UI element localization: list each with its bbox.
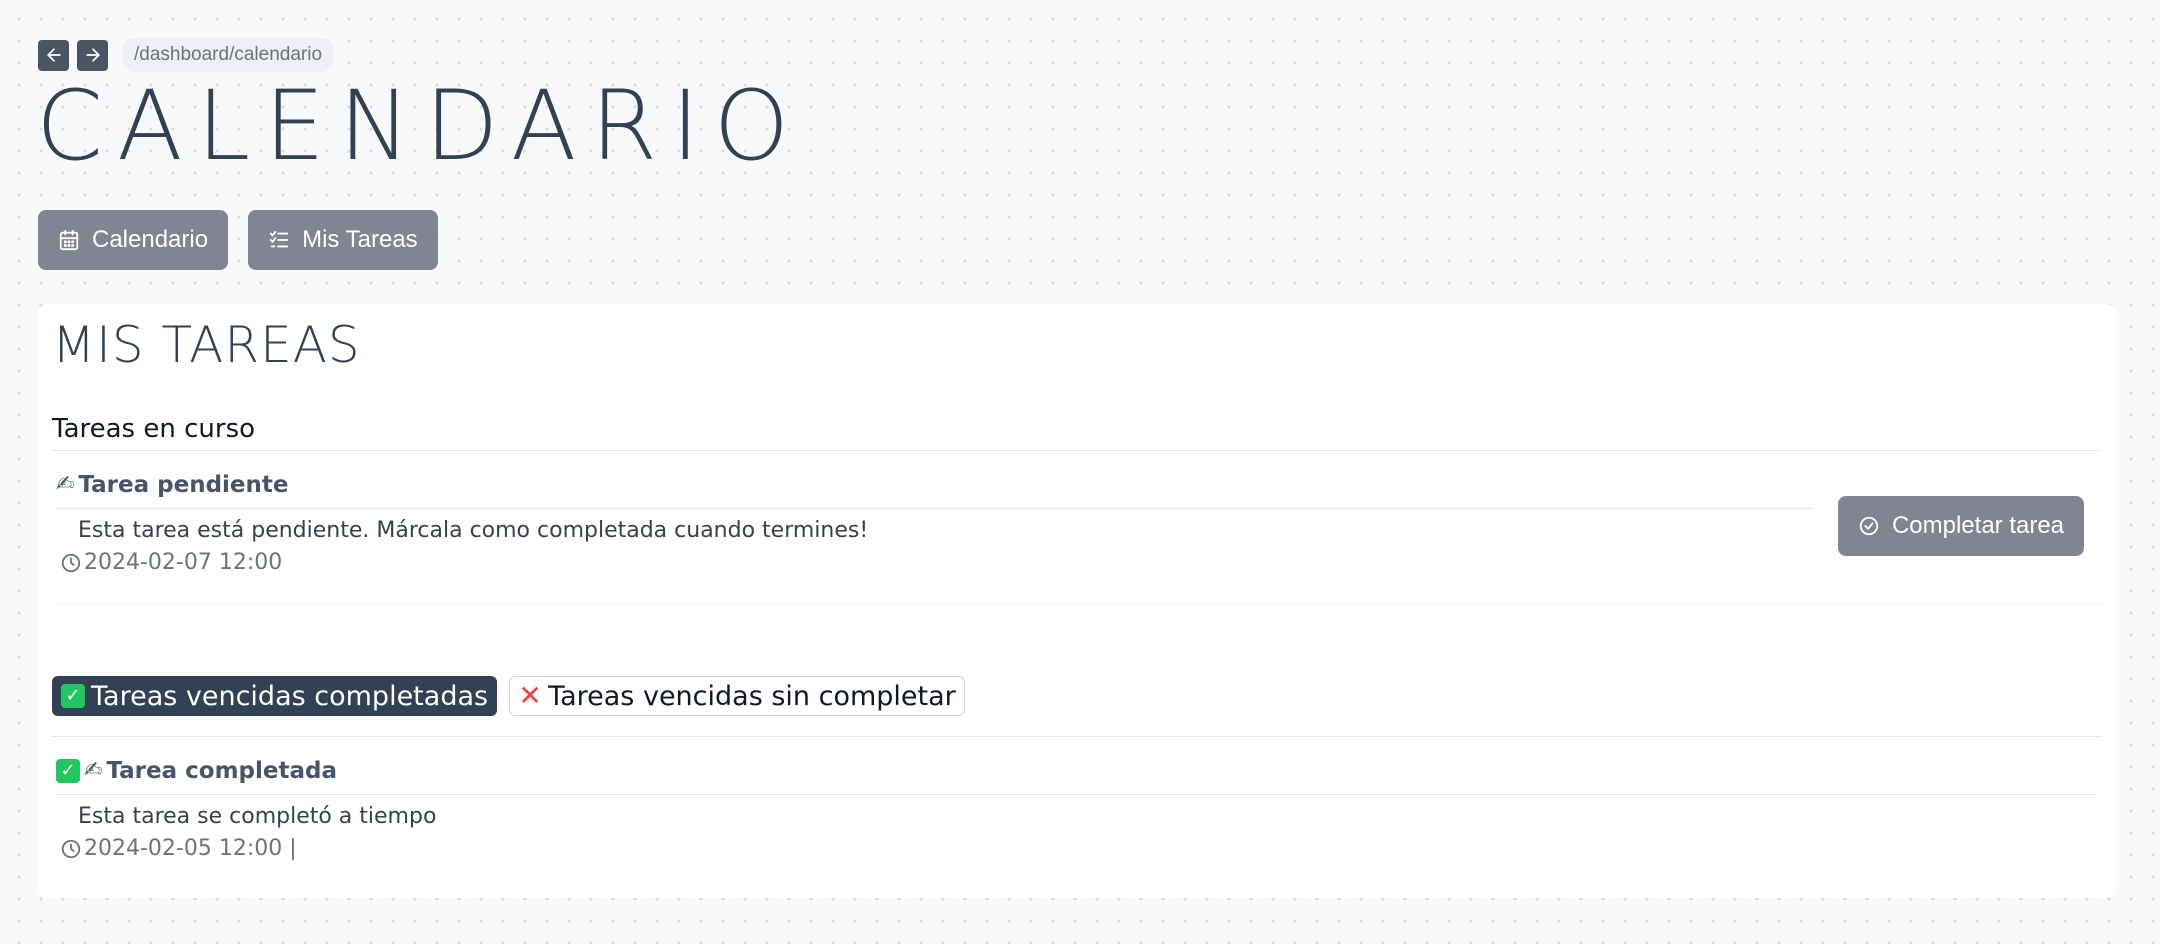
filter-completed-overdue[interactable]: ✓ Tareas vencidas completadas — [52, 676, 498, 716]
tab-mis-tareas-label: Mis Tareas — [302, 226, 418, 253]
completed-task-title: ✓ ✍ Tarea completada — [56, 758, 337, 784]
top-navigation: /dashboard/calendario — [38, 38, 335, 72]
complete-task-button[interactable]: Completar tarea — [1838, 496, 2084, 556]
divider — [52, 604, 2102, 605]
clock-icon — [61, 839, 81, 858]
completed-task-title-text: Tarea completada — [106, 758, 337, 784]
completed-task-description: Esta tarea se completó a tiempo — [78, 804, 437, 829]
check-circle-icon — [1859, 516, 1879, 536]
view-tabs: Calendario Mis Tareas — [38, 210, 438, 270]
completed-task-date: 2024-02-05 12:00 | — [60, 836, 297, 861]
breadcrumb: /dashboard/calendario — [122, 38, 335, 72]
arrow-right-icon — [85, 48, 100, 62]
pending-task-date-text: 2024-02-07 12:00 — [84, 550, 283, 575]
completed-task-date-text: 2024-02-05 12:00 | — [84, 836, 297, 861]
pending-task-title: ✍ Tarea pendiente — [56, 472, 289, 498]
arrow-left-icon — [46, 48, 61, 62]
section-heading-in-progress: Tareas en curso — [52, 414, 256, 444]
tab-calendario[interactable]: Calendario — [38, 210, 229, 270]
filter-not-completed-overdue[interactable]: ✕ Tareas vencidas sin completar — [509, 676, 965, 716]
pending-task-title-text: Tarea pendiente — [78, 472, 289, 498]
divider — [56, 794, 2096, 795]
page-title: CALENDARIO — [36, 70, 804, 182]
writing-hand-icon: ✍ — [84, 758, 103, 783]
complete-task-label: Completar tarea — [1891, 512, 2065, 539]
cross-mark-icon: ✕ — [518, 679, 542, 712]
divider — [52, 450, 2102, 451]
overdue-filter-tabs: ✓ Tareas vencidas completadas ✕ Tareas v… — [52, 676, 965, 716]
forward-button[interactable] — [77, 39, 108, 71]
filter-not-completed-label: Tareas vencidas sin completar — [548, 680, 956, 712]
check-mark-icon: ✓ — [56, 759, 80, 783]
check-mark-icon: ✓ — [61, 684, 85, 708]
tab-calendario-label: Calendario — [92, 226, 209, 253]
divider — [52, 736, 2102, 737]
panel-title: MIS TAREAS — [52, 316, 361, 374]
calendar-icon — [59, 229, 79, 251]
writing-hand-icon: ✍ — [56, 472, 75, 497]
tab-mis-tareas[interactable]: Mis Tareas — [248, 210, 438, 270]
pending-task-description: Esta tarea está pendiente. Márcala como … — [78, 518, 869, 543]
pending-task-date: 2024-02-07 12:00 — [60, 550, 282, 575]
back-button[interactable] — [38, 39, 69, 71]
checklist-icon — [269, 230, 289, 248]
filter-completed-label: Tareas vencidas completadas — [91, 680, 489, 712]
clock-icon — [61, 553, 81, 572]
divider — [56, 508, 1812, 509]
tasks-panel: MIS TAREAS Tareas en curso ✍ Tarea pendi… — [38, 304, 2116, 898]
